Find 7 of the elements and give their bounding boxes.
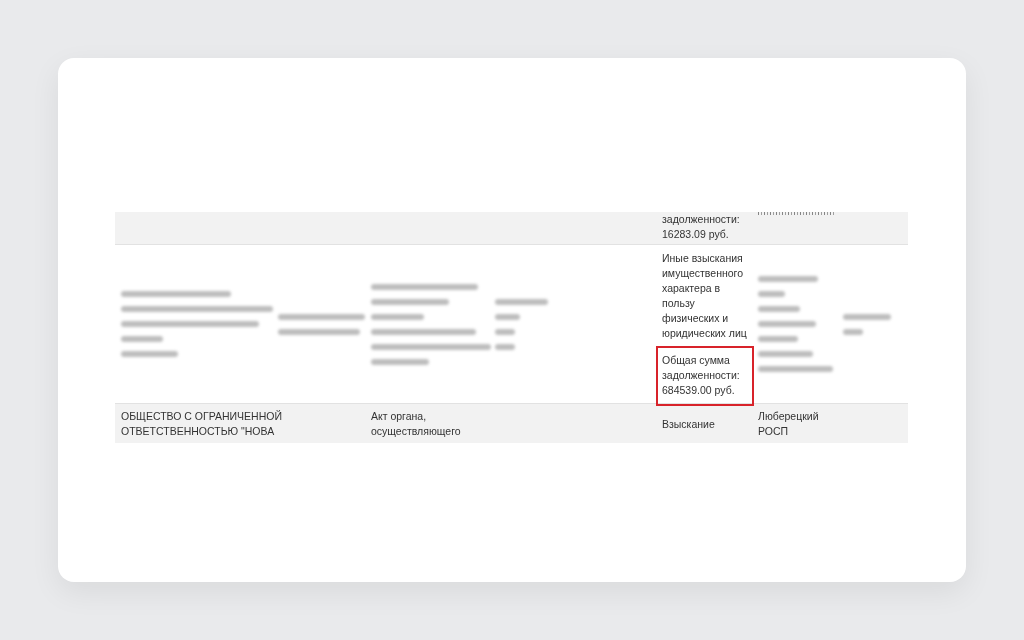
table-text: Акт органа, осуществляющего: [371, 409, 462, 439]
table-text: задолженности: 16283.09 руб.: [662, 212, 741, 242]
table-text: ОБЩЕСТВО С ОГРАНИЧЕННОЙ ОТВЕТСТВЕННОСТЬЮ "НОВА: [121, 409, 283, 439]
table-text: Взыскание: [662, 416, 715, 432]
table-text: Люберецкий РОСП: [758, 409, 820, 439]
table-text: Иные взыскания имущественного характера в пользу физических и юридических лиц: [662, 251, 748, 341]
debt-total-text: Общая сумма задолженности: 684539.00 руб.: [662, 353, 741, 398]
